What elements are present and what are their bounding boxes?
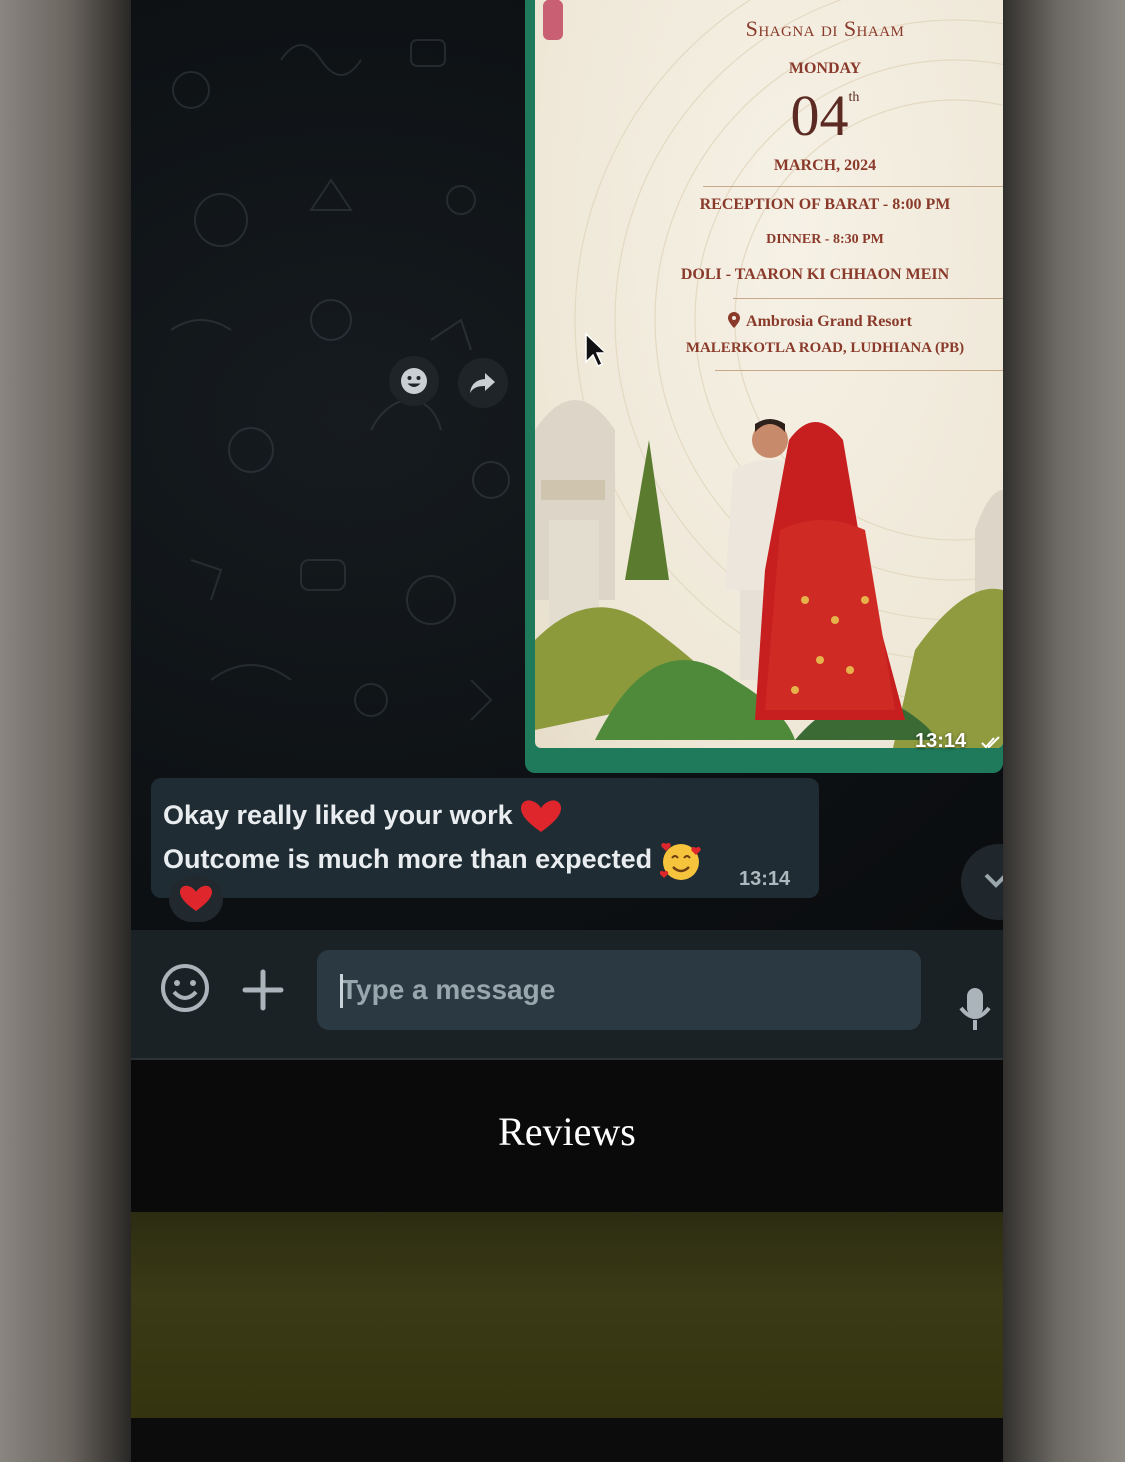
plus-icon[interactable] [241,968,285,1012]
invitation-doli-line: DOLI - TAARON KI CHHAON MEIN [680,266,950,283]
cursor-icon [585,332,604,368]
invitation-date: 04th [595,82,1003,149]
text-message-time: 13:14 [739,868,791,890]
forward-button[interactable] [458,358,508,408]
image-message-time: 13:14 [915,730,967,752]
emoji-icon[interactable] [157,960,213,1016]
invitation-image[interactable]: Shagna di Shaam MONDAY 04th MARCH, 2024 … [535,0,1003,748]
olive-background-band [131,1212,1003,1418]
bottom-band [131,1418,1003,1462]
message-line: Okay really liked your work [163,800,561,834]
invitation-venue: Ambrosia Grand Resort [585,312,1003,331]
emoji-reaction-icon [401,368,427,394]
location-pin-icon [728,312,741,328]
invitation-reception-line: RECEPTION OF BARAT - 8:00 PM [699,196,951,213]
message-composer [131,930,1003,1060]
story-caption: Reviews [498,1109,636,1154]
message-line: Outcome is much more than expected [163,840,702,882]
incoming-text-message[interactable]: Okay really liked your work Outcome is m… [151,778,819,898]
date-suffix: th [848,90,860,105]
phone-screen: Shagna di Shaam MONDAY 04th MARCH, 2024 … [131,0,1003,1462]
invitation-month-year: MARCH, 2024 [773,157,877,174]
react-button[interactable] [389,356,439,406]
heart-icon [180,885,212,911]
date-number: 04 [790,83,849,148]
text-caret [340,974,343,1008]
invitation-day: MONDAY [788,60,862,77]
double-check-icon [981,736,1000,749]
invitation-title: Shagna di Shaam [745,16,905,41]
invitation-dinner-line: DINNER - 8:30 PM [766,232,884,247]
invitation-divider [733,298,1003,299]
invitation-divider [703,186,1003,187]
smiling-hearts-emoji-icon [660,842,701,880]
message-input[interactable] [317,950,921,1030]
chevron-down-icon [984,873,1003,888]
mic-icon[interactable] [957,986,993,1034]
invitation-address: MALERKOTLA ROAD, LUDHIANA (PB) [685,340,965,356]
forward-icon [470,373,495,393]
heart-icon [520,800,561,832]
message-reaction[interactable] [169,876,223,922]
invitation-divider [715,370,1003,371]
